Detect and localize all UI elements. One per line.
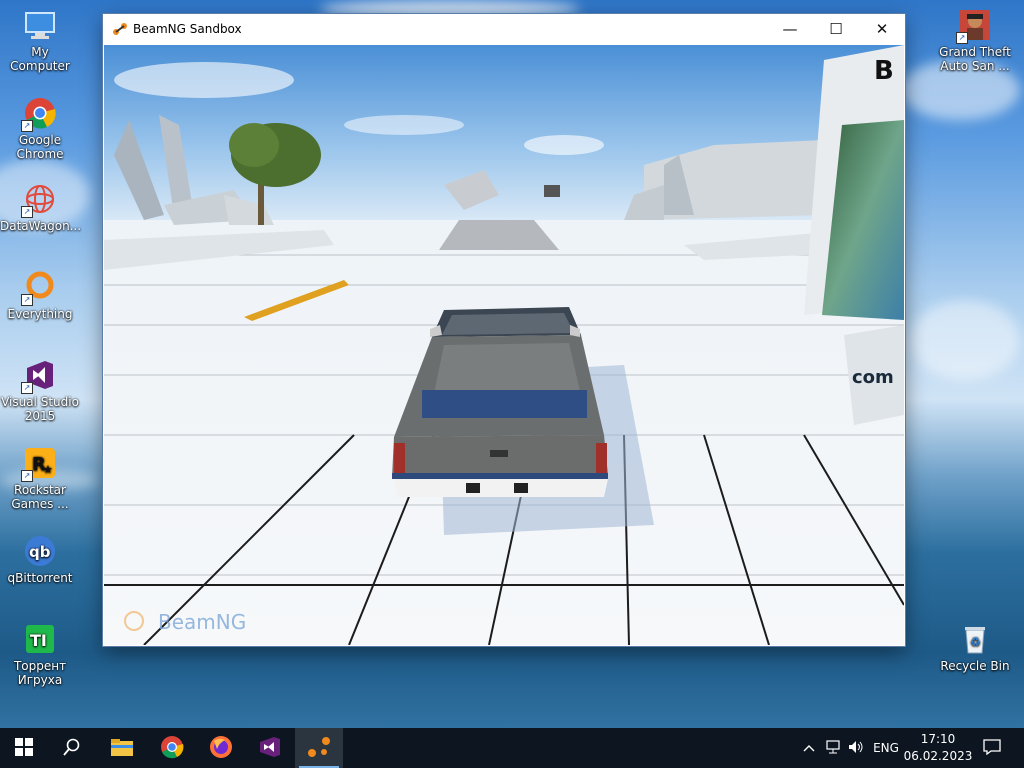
taskbar-beamng[interactable] bbox=[295, 728, 343, 768]
computer-icon bbox=[23, 8, 57, 42]
everything-icon: ↗ bbox=[21, 270, 57, 306]
svg-text:B: B bbox=[874, 56, 894, 86]
chevron-up-icon bbox=[803, 741, 815, 755]
tray-overflow-button[interactable] bbox=[800, 728, 818, 768]
desktop-icon-label: qBittorrent bbox=[7, 571, 73, 585]
network-button[interactable] bbox=[824, 728, 844, 768]
rockstar-icon: R ★ ↗ bbox=[21, 446, 57, 482]
game-viewport[interactable]: B com BeamNG bbox=[104, 45, 904, 645]
clock[interactable]: 17:10 06.02.2023 bbox=[902, 728, 974, 768]
close-button[interactable]: ✕ bbox=[859, 14, 905, 45]
shortcut-arrow-icon: ↗ bbox=[21, 206, 33, 218]
clock-date: 06.02.2023 bbox=[903, 749, 973, 763]
desktop-icon-torrent-igruha[interactable]: TI Торрент Игруха bbox=[0, 622, 80, 687]
window-title: BeamNG Sandbox bbox=[133, 22, 242, 36]
datawagon-icon: ↗ bbox=[21, 182, 57, 218]
torrent-igruha-icon: TI bbox=[23, 622, 57, 656]
desktop-icon-label: Rockstar Games ... bbox=[11, 483, 69, 511]
firefox-icon bbox=[209, 735, 233, 762]
gta-icon: ↗ bbox=[956, 8, 992, 44]
title-bar[interactable]: BeamNG Sandbox — ☐ ✕ bbox=[103, 14, 905, 45]
shortcut-arrow-icon: ↗ bbox=[21, 470, 33, 482]
search-button[interactable] bbox=[48, 728, 96, 768]
desktop-icon-label: Google Chrome bbox=[16, 133, 64, 161]
desktop-icon-visual-studio[interactable]: ↗ Visual Studio 2015 bbox=[0, 358, 80, 423]
language-indicator[interactable]: ENG bbox=[872, 728, 900, 768]
desktop-icon-label: Recycle Bin bbox=[940, 659, 1010, 673]
desktop-icon-qbittorrent[interactable]: qb qBittorrent bbox=[0, 534, 80, 585]
taskbar-firefox[interactable] bbox=[197, 728, 245, 768]
chrome-icon: ↗ bbox=[21, 96, 57, 132]
desktop-icon-everything[interactable]: ↗ Everything bbox=[0, 270, 80, 321]
desktop-icon-datawagon[interactable]: ↗ DataWagon... bbox=[0, 182, 82, 233]
minimize-button[interactable]: — bbox=[767, 14, 813, 45]
game-scene: B com BeamNG bbox=[104, 45, 904, 645]
desktop-icon-label: Торрент Игруха bbox=[13, 659, 67, 687]
beamng-icon bbox=[307, 735, 331, 762]
beamng-watermark: BeamNG bbox=[158, 610, 246, 634]
shortcut-arrow-icon: ↗ bbox=[956, 32, 968, 44]
shortcut-arrow-icon: ↗ bbox=[21, 382, 33, 394]
svg-text:qb: qb bbox=[29, 543, 51, 561]
svg-text:TI: TI bbox=[30, 631, 47, 650]
desktop-icon-recycle-bin[interactable]: ♻ Recycle Bin bbox=[935, 622, 1015, 673]
maximize-button[interactable]: ☐ bbox=[813, 14, 859, 45]
notifications-button[interactable] bbox=[980, 728, 1004, 768]
desktop-icon-label: My Computer bbox=[10, 45, 70, 73]
volume-button[interactable] bbox=[846, 728, 866, 768]
visual-studio-icon bbox=[258, 735, 282, 762]
shortcut-arrow-icon: ↗ bbox=[21, 120, 33, 132]
desktop-icon-label: Everything bbox=[7, 307, 73, 321]
visual-studio-icon: ↗ bbox=[21, 358, 57, 394]
clock-time: 17:10 bbox=[920, 732, 956, 746]
desktop-icon-gta[interactable]: ↗ Grand Theft Auto San ... bbox=[935, 8, 1015, 73]
desktop-icon-my-computer[interactable]: My Computer bbox=[0, 8, 80, 73]
windows-start-icon bbox=[15, 737, 33, 759]
desktop-icon-rockstar[interactable]: R ★ ↗ Rockstar Games ... bbox=[0, 446, 80, 511]
start-button[interactable] bbox=[0, 728, 48, 768]
desktop-icon-label: DataWagon... bbox=[0, 219, 82, 233]
taskbar-file-explorer[interactable] bbox=[98, 728, 146, 768]
taskbar-chrome[interactable] bbox=[148, 728, 196, 768]
network-icon bbox=[826, 739, 842, 757]
qbittorrent-icon: qb bbox=[23, 534, 57, 568]
svg-text:★: ★ bbox=[43, 463, 53, 476]
desktop-icon-label: Grand Theft Auto San ... bbox=[939, 45, 1011, 73]
speaker-icon bbox=[848, 740, 864, 757]
shortcut-arrow-icon: ↗ bbox=[21, 294, 33, 306]
file-explorer-icon bbox=[110, 737, 134, 760]
chrome-icon bbox=[160, 735, 184, 762]
beamng-icon bbox=[112, 22, 128, 36]
taskbar-visual-studio[interactable] bbox=[246, 728, 294, 768]
taskbar: ENG 17:10 06.02.2023 bbox=[0, 728, 1024, 768]
recycle-bin-icon: ♻ bbox=[958, 622, 992, 656]
desktop-icon-label: Visual Studio 2015 bbox=[1, 395, 79, 423]
notification-icon bbox=[983, 738, 1001, 758]
beamng-window[interactable]: BeamNG Sandbox — ☐ ✕ B com BeamNG bbox=[103, 14, 905, 646]
desktop-icon-chrome[interactable]: ↗ Google Chrome bbox=[0, 96, 80, 161]
search-icon bbox=[63, 738, 81, 759]
billboard-text: com bbox=[852, 367, 894, 388]
svg-text:♻: ♻ bbox=[970, 635, 981, 649]
